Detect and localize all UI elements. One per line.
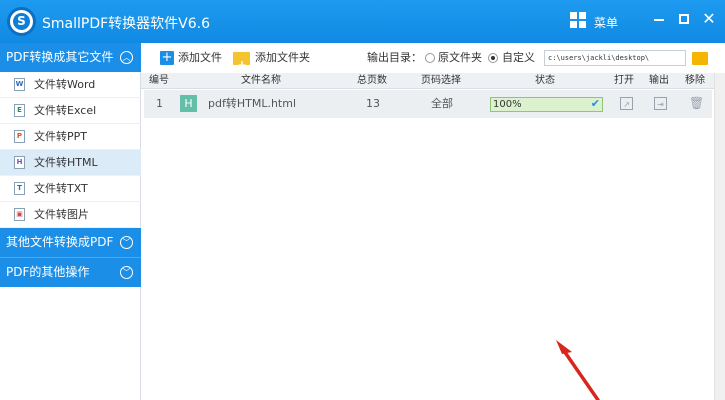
html-file-icon: H xyxy=(180,95,197,112)
col-remove: 移除 xyxy=(685,75,705,86)
col-file-name: 文件名称 xyxy=(241,75,281,86)
excel-file-icon: E xyxy=(14,104,25,117)
chevron-down-icon: ﹀ xyxy=(120,236,133,249)
checkmark-icon: ✔ xyxy=(590,97,600,110)
sidebar-group-label: PDF转换成其它文件 xyxy=(6,50,114,64)
sidebar-item-word[interactable]: W 文件转Word xyxy=(0,72,141,98)
sidebar-item-image[interactable]: ▣ 文件转图片 xyxy=(0,202,141,228)
sidebar-item-excel[interactable]: E 文件转Excel xyxy=(0,98,141,124)
table-row[interactable]: 1 H pdf转HTML.html 13 全部 100% ✔ ↗ ⇥ 🗑 xyxy=(144,90,712,118)
ppt-file-icon: P xyxy=(14,130,25,143)
status-text: 100% xyxy=(493,99,522,110)
sidebar-group-pdf-operations[interactable]: PDF的其他操作 ﹀ xyxy=(0,258,141,287)
add-file-label: 添加文件 xyxy=(178,51,222,64)
sidebar-item-label: 文件转Word xyxy=(34,78,96,91)
sidebar-item-ppt[interactable]: P 文件转PPT xyxy=(0,124,141,150)
scrollbar[interactable] xyxy=(714,73,725,400)
menu-button[interactable]: 菜单 xyxy=(594,14,618,31)
sidebar-item-txt[interactable]: T 文件转TXT xyxy=(0,176,141,202)
app-logo-letter: S xyxy=(13,13,30,30)
output-dir-label: 输出目录： xyxy=(367,51,422,64)
col-index: 编号 xyxy=(149,75,169,86)
app-title: SmallPDF转换器软件V6.6 xyxy=(42,16,210,32)
radio-original-folder[interactable] xyxy=(425,53,435,63)
sidebar-group-pdf-to-other[interactable]: PDF转换成其它文件 ︿ xyxy=(0,43,141,72)
html-file-icon: H xyxy=(14,156,25,169)
col-export: 输出 xyxy=(649,75,669,86)
sidebar-item-label: 文件转图片 xyxy=(34,208,89,221)
export-icon[interactable]: ⇥ xyxy=(654,97,667,110)
option-custom-label: 自定义 xyxy=(502,51,535,64)
toolbar: + 添加文件 添加文件夹 输出目录： 原文件夹 自定义 c:\users\jac… xyxy=(141,43,725,80)
image-file-icon: ▣ xyxy=(14,208,25,221)
sidebar-item-label: 文件转Excel xyxy=(34,104,97,117)
radio-custom-folder[interactable] xyxy=(488,53,498,63)
row-index: 1 xyxy=(156,97,163,110)
col-open: 打开 xyxy=(614,75,634,86)
col-pages: 总页数 xyxy=(357,75,387,86)
txt-file-icon: T xyxy=(14,182,25,195)
sidebar-item-html[interactable]: H 文件转HTML xyxy=(0,150,141,176)
chevron-down-icon: ﹀ xyxy=(120,266,133,279)
add-folder-label: 添加文件夹 xyxy=(255,51,310,64)
table-header: 编号 文件名称 总页数 页码选择 状态 打开 输出 移除 xyxy=(141,73,714,89)
grid-icon[interactable] xyxy=(570,12,587,29)
add-folder-button[interactable]: 添加文件夹 xyxy=(233,43,313,80)
output-path-field[interactable]: c:\users\jackli\desktop\ xyxy=(544,50,686,66)
add-file-button[interactable]: + 添加文件 xyxy=(160,43,230,73)
browse-folder-icon[interactable] xyxy=(692,52,708,65)
word-file-icon: W xyxy=(14,78,25,91)
minimize-icon[interactable] xyxy=(650,10,668,28)
col-page-select: 页码选择 xyxy=(421,75,461,86)
app-logo: S xyxy=(7,7,36,36)
trash-icon[interactable]: 🗑 xyxy=(689,97,704,110)
close-icon[interactable]: ✕ xyxy=(700,10,718,28)
title-bar: S SmallPDF转换器软件V6.6 菜单 ✕ xyxy=(0,0,725,43)
sidebar: PDF转换成其它文件 ︿ W 文件转Word E 文件转Excel P 文件转P… xyxy=(0,43,141,400)
sidebar-item-label: 文件转TXT xyxy=(34,182,88,195)
row-pages: 13 xyxy=(366,97,380,110)
open-external-icon[interactable]: ↗ xyxy=(620,97,633,110)
chevron-up-icon: ︿ xyxy=(120,51,133,64)
option-original-label: 原文件夹 xyxy=(438,51,482,64)
sidebar-group-other-to-pdf[interactable]: 其他文件转换成PDF ﹀ xyxy=(0,228,141,257)
row-page-selection[interactable]: 全部 xyxy=(431,90,453,118)
folder-plus-icon xyxy=(233,50,250,80)
maximize-icon[interactable] xyxy=(675,10,693,28)
col-status: 状态 xyxy=(535,75,555,86)
sidebar-group-label: 其他文件转换成PDF xyxy=(6,235,114,249)
plus-icon: + xyxy=(160,50,174,65)
sidebar-item-label: 文件转PPT xyxy=(34,130,87,143)
sidebar-group-label: PDF的其他操作 xyxy=(6,265,90,279)
row-file-name: pdf转HTML.html xyxy=(208,97,296,110)
sidebar-item-label: 文件转HTML xyxy=(34,156,98,169)
status-progress-bar: 100% ✔ xyxy=(490,97,603,112)
